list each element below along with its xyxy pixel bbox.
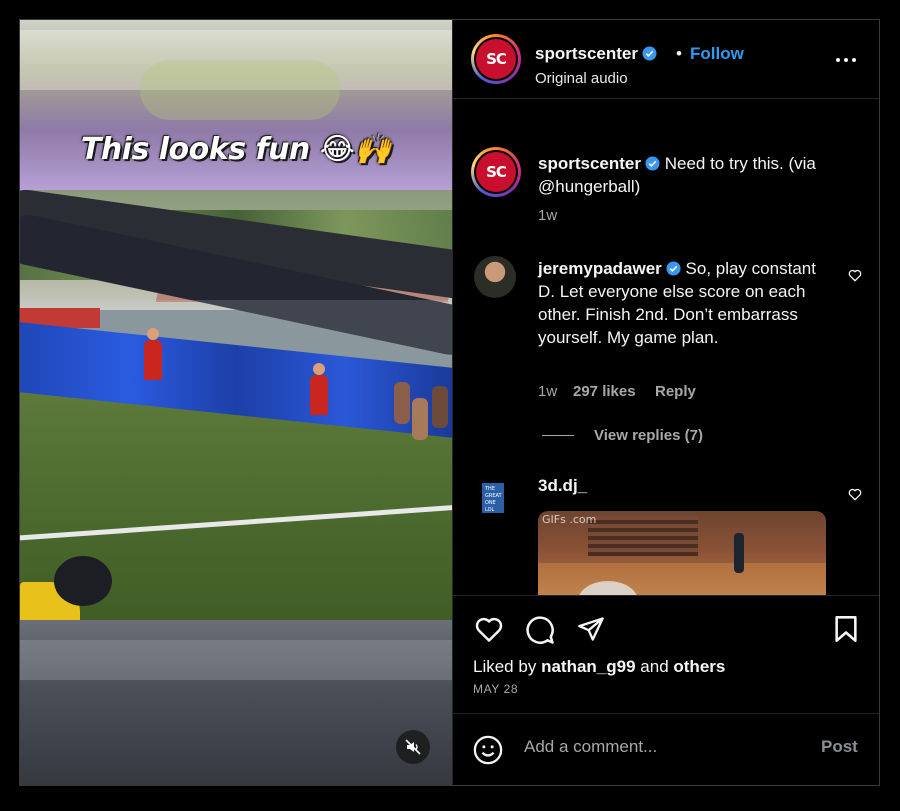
- video-caption-overlay: This looks fun 😂🙌: [80, 132, 392, 167]
- emoji-smiley-icon[interactable]: [473, 735, 503, 765]
- sportscenter-logo: SC: [476, 39, 516, 79]
- sportscenter-logo: SC: [476, 152, 516, 192]
- separator-dot: •: [676, 44, 682, 63]
- comment-gif[interactable]: GIFs .com: [538, 511, 826, 595]
- header-avatar[interactable]: SC: [471, 34, 521, 84]
- caption-time[interactable]: 1w: [538, 207, 557, 224]
- comment-reply-button[interactable]: Reply: [655, 383, 696, 400]
- comment-like-heart-icon[interactable]: [848, 269, 862, 282]
- comment-like-heart-icon[interactable]: [848, 488, 862, 501]
- post-comment-button[interactable]: Post: [821, 737, 858, 757]
- header-username-text[interactable]: sportscenter: [535, 44, 638, 63]
- liked-by-user-link[interactable]: nathan_g99: [541, 657, 635, 676]
- post-actions: Liked by nathan_g99 and others MAY 28: [453, 595, 879, 714]
- comment-username[interactable]: jeremypadawer: [538, 259, 662, 278]
- verified-badge-icon: [642, 46, 657, 61]
- comment-username[interactable]: 3d.dj_: [538, 476, 587, 496]
- add-comment-input[interactable]: Add a comment...: [524, 737, 657, 757]
- follow-button[interactable]: Follow: [690, 44, 744, 64]
- comment-likes-count[interactable]: 297 likes: [573, 383, 636, 400]
- caption-avatar[interactable]: SC: [471, 147, 521, 197]
- post-header: SC sportscenter • Follow Original audio: [453, 20, 879, 99]
- view-replies-line: [542, 435, 574, 436]
- post-video[interactable]: This looks fun 😂🙌: [20, 20, 452, 785]
- commenter-avatar[interactable]: [474, 256, 516, 298]
- verified-badge-icon: [666, 261, 681, 276]
- video-bottom-blur: [20, 620, 452, 785]
- more-dots-icon: [836, 58, 840, 62]
- audio-label[interactable]: Original audio: [535, 70, 628, 87]
- post-date[interactable]: MAY 28: [473, 682, 518, 696]
- post-sidebar: SC sportscenter • Follow Original audio …: [452, 20, 879, 785]
- liked-by-prefix: Liked by: [473, 657, 537, 676]
- header-username[interactable]: sportscenter: [535, 44, 657, 64]
- liked-by-others-link[interactable]: others: [673, 657, 725, 676]
- save-bookmark-icon[interactable]: [834, 615, 858, 643]
- comment-text-block: jeremypadawer So, play constant D. Let e…: [538, 257, 818, 349]
- verified-badge-icon: [645, 156, 660, 171]
- liked-by-and: and: [640, 657, 669, 676]
- view-replies-button[interactable]: View replies (7): [594, 427, 703, 444]
- video-frame: [20, 190, 452, 620]
- commenter-avatar[interactable]: THE GREAT ONE LOL: [482, 483, 504, 513]
- add-comment-bar: Add a comment... Post: [453, 713, 879, 785]
- like-heart-icon[interactable]: [474, 616, 504, 643]
- gif-watermark: GIFs .com: [542, 513, 597, 526]
- muted-speaker-icon: [405, 739, 421, 755]
- comment-bubble-icon[interactable]: [525, 615, 555, 645]
- share-send-icon[interactable]: [576, 615, 606, 643]
- post-modal: This looks fun 😂🙌 SC sportscenter • Foll…: [19, 19, 880, 786]
- caption-text-block: sportscenter Need to try this. (via @hun…: [538, 152, 858, 198]
- comment-time[interactable]: 1w: [538, 383, 557, 400]
- more-options-button[interactable]: [835, 50, 861, 70]
- liked-by-text: Liked by nathan_g99 and others: [473, 657, 725, 677]
- caption-username[interactable]: sportscenter: [538, 154, 641, 173]
- mute-button[interactable]: [396, 730, 430, 764]
- comments-list[interactable]: SC sportscenter Need to try this. (via @…: [453, 99, 879, 595]
